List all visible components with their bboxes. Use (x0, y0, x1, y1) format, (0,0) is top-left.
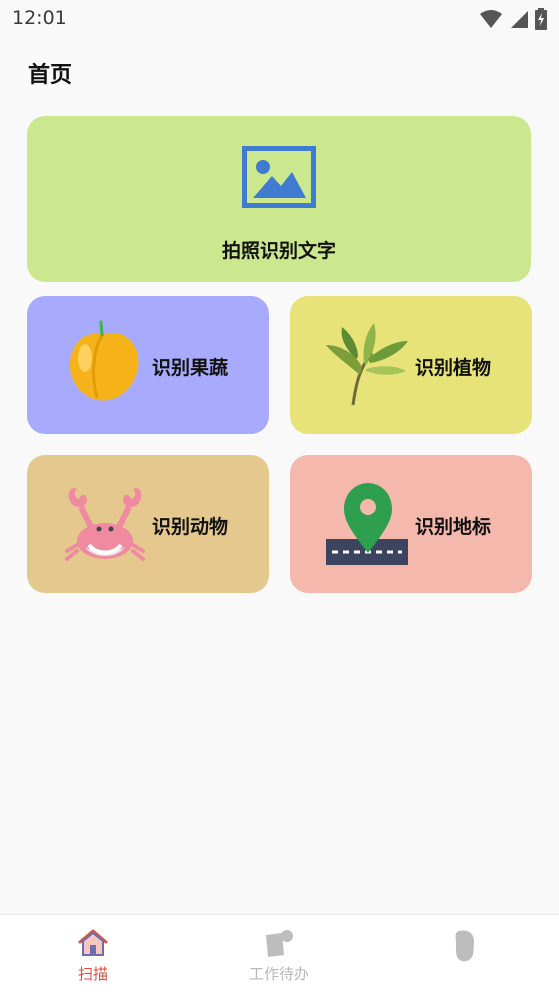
ocr-label: 拍照识别文字 (221, 240, 336, 262)
tab-todo[interactable]: 工作待办 (186, 915, 372, 994)
plant-label: 识别植物 (415, 357, 492, 379)
wifi-icon (480, 10, 502, 28)
leaf-icon (326, 323, 408, 406)
map-pin-icon (326, 483, 408, 565)
crab-icon (65, 488, 145, 561)
landmark-card[interactable]: 识别地标 (290, 455, 532, 593)
bottom-tab-bar: 扫描 工作待办 (0, 914, 559, 994)
tab-todo-label: 工作待办 (248, 965, 309, 983)
tab-scan-label: 扫描 (77, 965, 108, 983)
tab-profile[interactable] (372, 915, 558, 994)
image-icon (242, 146, 316, 208)
fruit-label: 识别果蔬 (152, 357, 229, 379)
landmark-label: 识别地标 (415, 516, 492, 538)
status-icons (479, 8, 547, 30)
fruit-card[interactable]: 识别果蔬 (27, 296, 269, 434)
animal-label: 识别动物 (152, 516, 229, 538)
status-time: 12:01 (12, 7, 67, 29)
tab-scan[interactable]: 扫描 (0, 915, 186, 994)
profile-icon (455, 930, 475, 962)
battery-charging-icon (535, 8, 547, 30)
animal-card[interactable]: 识别动物 (27, 455, 269, 593)
cell-signal-icon (511, 11, 528, 28)
peach-icon (69, 320, 139, 401)
ocr-card[interactable]: 拍照识别文字 (27, 116, 531, 282)
todo-icon (266, 930, 293, 957)
home-icon (78, 929, 108, 956)
plant-card[interactable]: 识别植物 (290, 296, 532, 434)
status-bar: 12:01 (0, 0, 559, 40)
page-title: 首页 (28, 63, 73, 88)
